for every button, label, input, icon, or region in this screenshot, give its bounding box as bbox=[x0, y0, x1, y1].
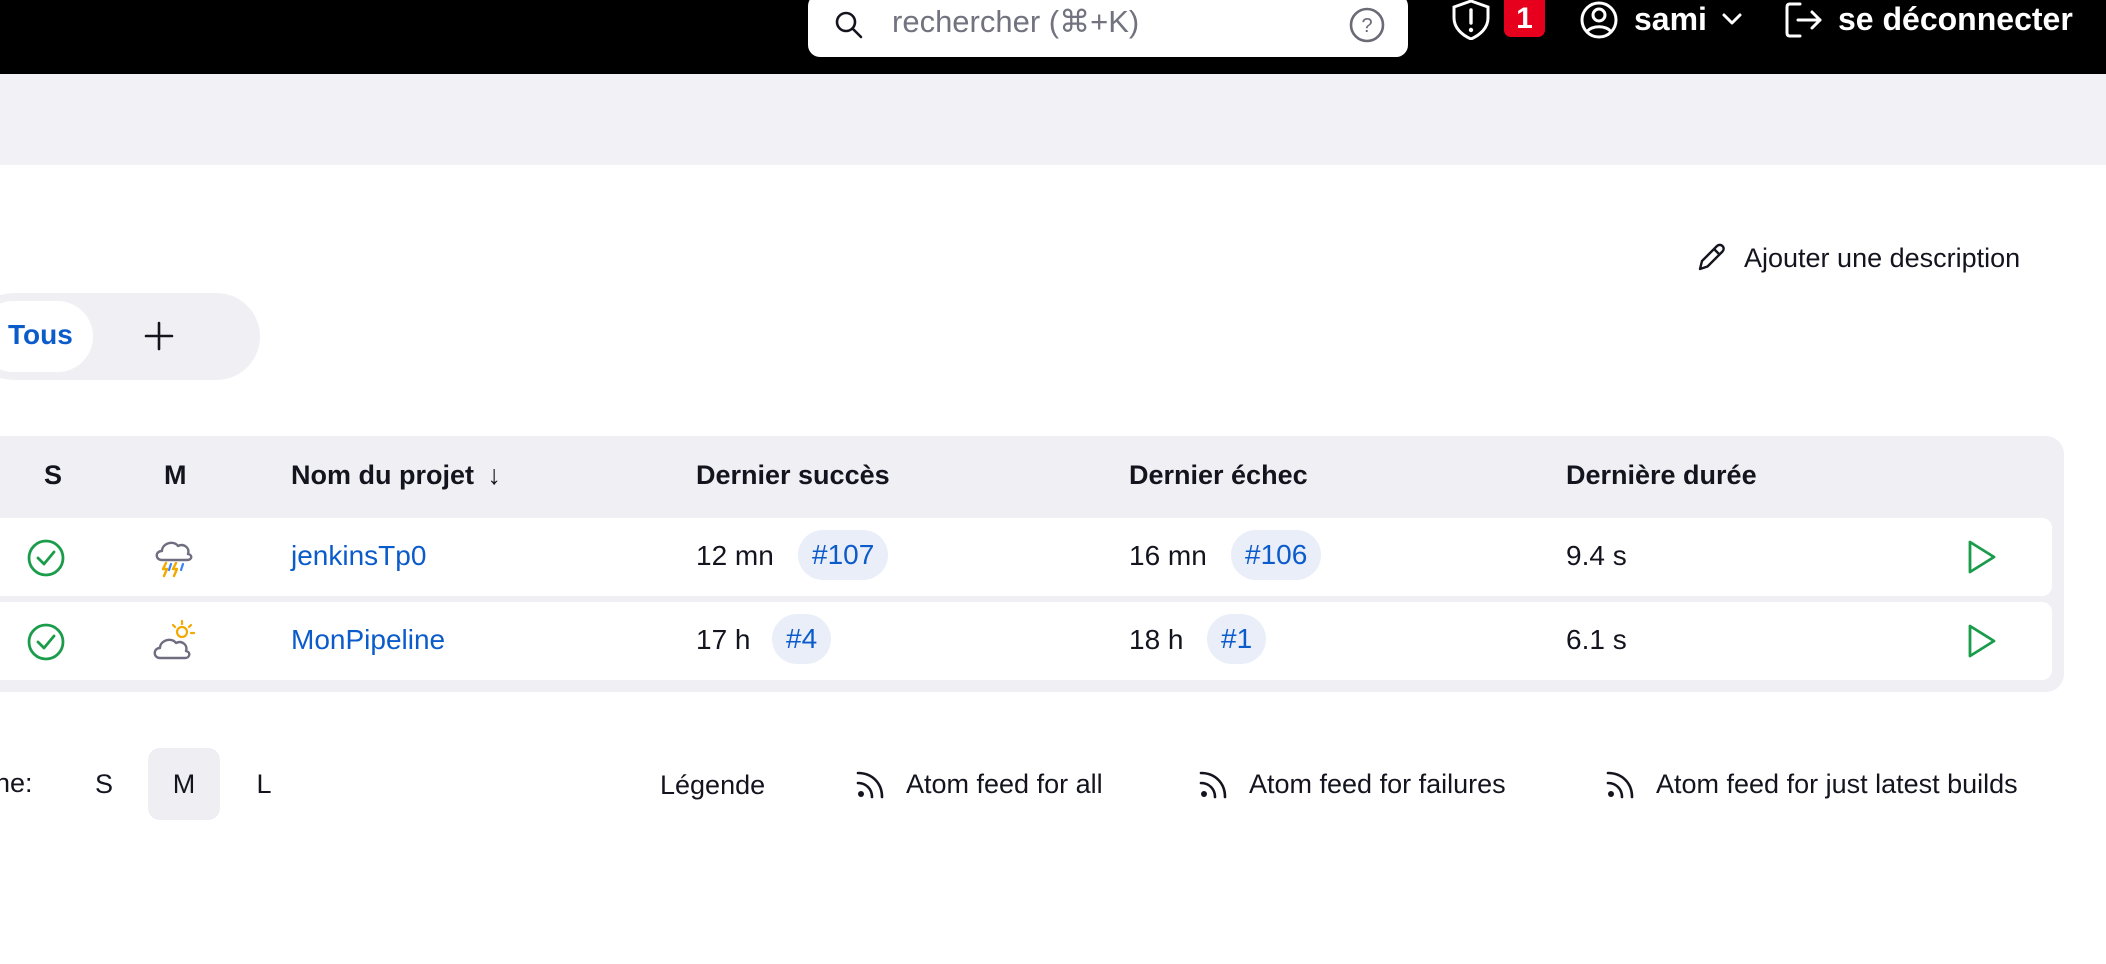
project-link[interactable]: jenkinsTp0 bbox=[291, 540, 426, 572]
breadcrumb-bar bbox=[0, 74, 2106, 165]
column-header-last-duration[interactable]: Dernière durée bbox=[1566, 460, 1757, 491]
chevron-down-icon[interactable] bbox=[1720, 8, 1744, 30]
icon-size-m-button[interactable]: M bbox=[148, 748, 220, 820]
last-duration: 6.1 s bbox=[1566, 624, 1627, 655]
search-input[interactable]: rechercher (⌘+K) bbox=[892, 4, 1139, 40]
top-header: rechercher (⌘+K) ? 1 sami se déconnecter bbox=[0, 0, 2106, 74]
feed-label: Atom feed for failures bbox=[1249, 768, 1506, 799]
build-now-play-icon[interactable] bbox=[1964, 538, 1998, 576]
svg-text:?: ? bbox=[1361, 15, 1372, 37]
atom-feed-latest-link[interactable]: Atom feed for just latest builds bbox=[1604, 764, 2018, 804]
last-success-build-link[interactable]: #4 bbox=[772, 614, 832, 664]
column-header-name[interactable]: Nom du projet ↓ bbox=[291, 460, 501, 491]
tab-label: Tous bbox=[8, 319, 73, 350]
project-link[interactable]: MonPipeline bbox=[291, 624, 445, 656]
rss-feed-icon bbox=[856, 771, 884, 799]
security-shield-icon[interactable] bbox=[1450, 0, 1492, 40]
column-header-last-failure[interactable]: Dernier échec bbox=[1129, 460, 1308, 491]
partly-cloudy-icon bbox=[153, 619, 196, 660]
pencil-icon bbox=[1698, 243, 1725, 271]
add-view-icon[interactable] bbox=[142, 319, 176, 353]
atom-feed-all-link[interactable]: Atom feed for all bbox=[854, 764, 1103, 804]
column-header-last-success[interactable]: Dernier succès bbox=[696, 460, 890, 491]
search-icon bbox=[835, 11, 863, 39]
feed-label: Atom feed for just latest builds bbox=[1656, 768, 2018, 799]
last-failure-build-link[interactable]: #1 bbox=[1207, 614, 1267, 664]
username[interactable]: sami bbox=[1634, 0, 1707, 38]
add-description-button[interactable]: Ajouter une description bbox=[1694, 240, 2020, 276]
last-success-time: 17 h bbox=[696, 624, 751, 655]
sort-arrow-icon: ↓ bbox=[487, 460, 502, 490]
column-header-weather[interactable]: M bbox=[164, 460, 187, 491]
projects-table: S M Nom du projet ↓ Dernier succès Derni… bbox=[0, 436, 2064, 692]
atom-feed-failures-link[interactable]: Atom feed for failures bbox=[1197, 764, 1506, 804]
icon-size-l-button[interactable]: L bbox=[228, 748, 300, 820]
table-row: jenkinsTp0 12 mn #107 16 mn #106 9.4 s bbox=[0, 518, 2052, 596]
rss-feed-icon bbox=[1606, 771, 1634, 799]
icon-size-s-button[interactable]: S bbox=[68, 748, 140, 820]
thunderstorm-icon bbox=[155, 541, 193, 578]
view-tabs: Tous bbox=[0, 293, 260, 380]
add-description-label: Ajouter une description bbox=[1744, 242, 2021, 273]
icon-size-label: ône: bbox=[0, 768, 33, 798]
last-duration: 9.4 s bbox=[1566, 540, 1627, 571]
logout-icon[interactable] bbox=[1782, 0, 1826, 40]
last-failure-time: 16 mn bbox=[1129, 540, 1207, 571]
build-now-play-icon[interactable] bbox=[1964, 622, 1998, 660]
table-row: MonPipeline 17 h #4 18 h #1 6.1 s bbox=[0, 602, 2052, 680]
rss-feed-icon bbox=[1199, 771, 1227, 799]
success-check-icon bbox=[27, 623, 65, 661]
user-avatar-icon[interactable] bbox=[1578, 0, 1620, 40]
last-failure-build-link[interactable]: #106 bbox=[1231, 530, 1322, 580]
column-header-status[interactable]: S bbox=[44, 460, 62, 491]
last-success-build-link[interactable]: #107 bbox=[798, 530, 889, 580]
success-check-icon bbox=[27, 539, 65, 577]
last-success-time: 12 mn bbox=[696, 540, 774, 571]
last-failure-time: 18 h bbox=[1129, 624, 1184, 655]
column-header-name-label: Nom du projet bbox=[291, 460, 474, 490]
legend-link[interactable]: Légende bbox=[660, 770, 765, 801]
logout-link[interactable]: se déconnecter bbox=[1838, 0, 2073, 38]
help-icon[interactable]: ? bbox=[1348, 6, 1386, 44]
feed-label: Atom feed for all bbox=[906, 768, 1103, 799]
search-box[interactable]: rechercher (⌘+K) ? bbox=[808, 0, 1408, 57]
security-count-badge[interactable]: 1 bbox=[1504, 0, 1545, 37]
tab-tous[interactable]: Tous bbox=[0, 301, 93, 372]
